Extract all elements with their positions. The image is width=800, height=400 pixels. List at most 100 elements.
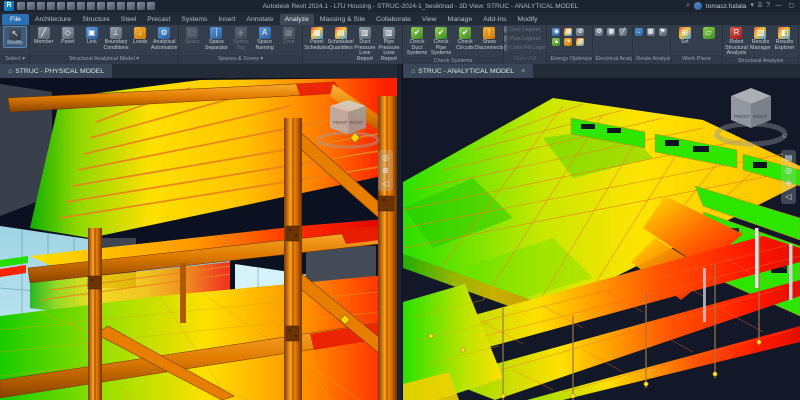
button-check-pipe-systems[interactable]: ✔Check Pipe Systems <box>430 26 453 57</box>
tab-annotate[interactable]: Annotate <box>241 14 278 25</box>
tab-systems[interactable]: Systems <box>176 14 212 25</box>
panel-label-work-plane[interactable]: Work Plane <box>671 55 722 64</box>
user-menu-chevron-icon[interactable]: ▾ <box>750 2 754 10</box>
tab-struc-analytical-model[interactable]: ⌂ STRUC - ANALYTICAL MODEL × <box>403 64 533 78</box>
button-link[interactable]: ▣Link <box>80 26 103 46</box>
panel-label-electrical-analysis[interactable]: Electrical Analysis <box>593 55 633 64</box>
tab-add-ins[interactable]: Add-Ins <box>478 14 511 25</box>
search-icon[interactable]: ⌕ <box>686 2 690 10</box>
home-icon[interactable] <box>17 2 25 10</box>
location-icon[interactable]: ◉ <box>552 28 560 36</box>
dimension-icon[interactable] <box>97 2 105 10</box>
redo-icon[interactable] <box>67 2 75 10</box>
user-avatar[interactable] <box>694 2 702 10</box>
button-set[interactable]: ⊞Set <box>673 26 696 46</box>
button-modify[interactable]: ↖Modify <box>3 26 27 48</box>
print-icon[interactable] <box>77 2 85 10</box>
close-view-icon[interactable]: × <box>521 68 525 75</box>
button-space-separator[interactable]: ┆Space Separator <box>205 26 228 51</box>
button-zone[interactable]: ▩Zone <box>277 26 300 46</box>
undo-icon[interactable] <box>57 2 65 10</box>
button-results-manager[interactable]: ▨Results Manager <box>749 26 772 51</box>
minimize-button[interactable]: — <box>774 2 783 10</box>
panel-label-structural-analytical-model[interactable]: Structural Analytical Model ▾ <box>30 55 178 64</box>
button-pipe-legend[interactable]: ▤Pipe Legend <box>504 35 548 43</box>
restore-button[interactable]: ▢ <box>787 2 796 10</box>
help-icon[interactable]: ? <box>766 2 770 10</box>
thin-lines-icon[interactable] <box>147 2 155 10</box>
panel-label-energy-optimization[interactable]: Energy Optimization <box>547 55 591 64</box>
previous-icon[interactable]: ◁ <box>380 178 391 189</box>
electrical-settings-icon[interactable]: ⚙ <box>595 28 603 36</box>
button-analytical-automation[interactable]: ⚙Analytical Automation <box>153 26 176 51</box>
reveal-obstacles-icon[interactable]: ▩ <box>647 28 655 36</box>
generate-icon[interactable]: ▲ <box>552 38 560 46</box>
button-space-tag[interactable]: ◈Space Tag <box>229 26 252 51</box>
panel-label-check-systems[interactable]: Check Systems <box>403 57 502 64</box>
tab-struc-physical-model[interactable]: ⌂ STRUC - PHYSICAL MODEL <box>0 64 112 78</box>
button-results-explorer[interactable]: ◧Results Explorer <box>773 26 796 51</box>
steering-wheel-icon[interactable]: ◎ <box>783 165 794 176</box>
button-duct-pressure-loss-report[interactable]: ▥Duct Pressure Loss Report <box>353 26 376 63</box>
3d-view-icon[interactable] <box>127 2 135 10</box>
sync-icon[interactable] <box>47 2 55 10</box>
button-boundary-conditions[interactable]: ⊥Boundary Conditions <box>104 26 127 51</box>
tab-modify[interactable]: Modify <box>513 14 543 25</box>
panel-label-color-fill[interactable]: Color Fill <box>504 55 547 64</box>
button-loads[interactable]: ↓Loads <box>129 26 152 46</box>
left-navigation-bar[interactable]: ◎ ⊕ ◁ <box>378 150 393 191</box>
save-icon[interactable] <box>37 2 45 10</box>
zoom-icon[interactable]: ⊕ <box>380 165 391 176</box>
username[interactable]: tomasz.fudala <box>706 3 746 10</box>
button-check-circuits[interactable]: ✔Check Circuits <box>454 26 477 51</box>
app-store-icon[interactable]: ⌸ <box>758 2 762 10</box>
tab-file[interactable]: File <box>2 14 29 25</box>
button-color-fill-legend[interactable]: ▤Color Fill Legend <box>504 44 548 52</box>
button-panel[interactable]: ◇Panel <box>56 26 79 46</box>
energy-settings-icon[interactable]: ⚙ <box>576 28 584 36</box>
button-member[interactable]: ╱Member <box>32 26 55 46</box>
panel-label-route-analysis[interactable]: Route Analysis ▾ <box>633 55 670 64</box>
button-schedules-quantities[interactable]: ▤Schedules/ Quantities <box>329 26 352 51</box>
energy-results-icon[interactable]: ▧ <box>576 38 584 46</box>
energy-model-icon[interactable]: ▦ <box>564 28 572 36</box>
open-icon[interactable] <box>27 2 35 10</box>
path-of-travel-icon[interactable]: → <box>635 28 643 36</box>
physical-model-canvas[interactable]: FRONT RIGHT ◎⊕◁ <box>0 78 397 400</box>
button-space[interactable]: ▢Space <box>181 26 204 46</box>
tab-precast[interactable]: Precast <box>142 14 175 25</box>
previous-icon[interactable]: ◁ <box>783 191 794 202</box>
text-icon[interactable] <box>117 2 125 10</box>
expand-icon[interactable]: ▤ <box>783 152 794 163</box>
tab-steel[interactable]: Steel <box>116 14 142 25</box>
button-duct-legend[interactable]: ▤Duct Legend <box>504 26 548 34</box>
tag-icon[interactable] <box>107 2 115 10</box>
steering-wheel-icon[interactable]: ◎ <box>380 152 391 163</box>
tab-insert[interactable]: Insert <box>213 14 240 25</box>
panel-label-structural-analysis[interactable]: Structural Analysis <box>723 57 798 64</box>
tab-view[interactable]: View <box>417 14 442 25</box>
button-pipe-pressure-loss-report[interactable]: ▥Pipe Pressure Loss Report <box>377 26 400 63</box>
single-line-icon[interactable]: ╱ <box>619 28 627 36</box>
right-navigation-bar[interactable]: ▤ ◎ ✛ ◁ <box>781 150 796 204</box>
tab-structure[interactable]: Structure <box>77 14 115 25</box>
button-robot-structural-analysis[interactable]: RRobot Structural Analysis <box>725 26 748 57</box>
demand-factors-icon[interactable]: ▦ <box>607 28 615 36</box>
button-check-duct-systems[interactable]: ✔Check Duct Systems <box>405 26 428 57</box>
tab-collaborate[interactable]: Collaborate <box>371 14 416 25</box>
measure-icon[interactable] <box>87 2 95 10</box>
tab-massing-site[interactable]: Massing & Site <box>315 14 370 25</box>
panel-label-spaces-zones[interactable]: Spaces & Zones ▾ <box>179 55 302 64</box>
optimize-icon[interactable]: ☀ <box>564 38 572 46</box>
section-icon[interactable] <box>137 2 145 10</box>
button-show-disconnects[interactable]: !Show Disconnects <box>478 26 501 51</box>
route-settings-icon[interactable]: ⚑ <box>659 28 667 36</box>
analytical-model-canvas[interactable]: W S E FRONT RIGHT ▤◎✛◁ <box>403 78 800 400</box>
revit-logo[interactable]: R <box>4 1 14 11</box>
panel-label-select[interactable]: Select ▾ <box>1 55 29 64</box>
button-space-naming[interactable]: ASpace Naming <box>253 26 276 51</box>
tab-manage[interactable]: Manage <box>443 14 478 25</box>
pan-icon[interactable]: ✛ <box>783 178 794 189</box>
tab-architecture[interactable]: Architecture <box>30 14 76 25</box>
button-panel-schedules[interactable]: ▦Panel Schedules <box>305 26 328 51</box>
